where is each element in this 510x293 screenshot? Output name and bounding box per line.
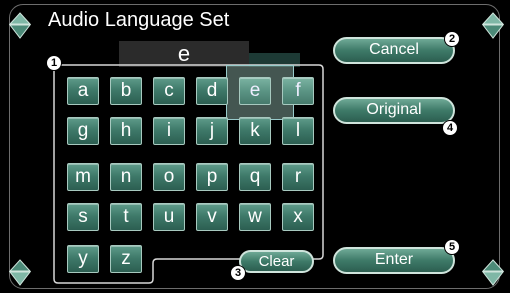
key-g[interactable]: g <box>67 117 99 145</box>
key-x[interactable]: x <box>282 203 314 231</box>
key-t[interactable]: t <box>110 203 142 231</box>
original-button[interactable]: Original <box>333 97 455 124</box>
input-display: e <box>119 41 249 67</box>
key-z[interactable]: z <box>110 245 142 273</box>
key-c[interactable]: c <box>153 77 185 105</box>
key-l[interactable]: l <box>282 117 314 145</box>
key-b[interactable]: b <box>110 77 142 105</box>
scroll-down-left-icon[interactable] <box>9 257 31 287</box>
callout-1-badge: 1 <box>46 55 62 71</box>
enter-button[interactable]: Enter <box>333 247 455 274</box>
key-n[interactable]: n <box>110 163 142 191</box>
callout-4-badge: 4 <box>442 120 458 136</box>
key-f[interactable]: f <box>282 77 314 105</box>
key-s[interactable]: s <box>67 203 99 231</box>
key-m[interactable]: m <box>67 163 99 191</box>
key-o[interactable]: o <box>153 163 185 191</box>
cancel-button[interactable]: Cancel <box>333 37 455 64</box>
key-e[interactable]: e <box>239 77 271 105</box>
key-u[interactable]: u <box>153 203 185 231</box>
key-i[interactable]: i <box>153 117 185 145</box>
callout-5-badge: 5 <box>444 239 460 255</box>
callout-2-badge: 2 <box>444 31 460 47</box>
key-q[interactable]: q <box>239 163 271 191</box>
page-title: Audio Language Set <box>48 9 230 31</box>
key-h[interactable]: h <box>110 117 142 145</box>
key-v[interactable]: v <box>196 203 228 231</box>
key-r[interactable]: r <box>282 163 314 191</box>
callout-3-badge: 3 <box>230 265 246 281</box>
key-d[interactable]: d <box>196 77 228 105</box>
scroll-up-left-icon[interactable] <box>9 12 31 42</box>
scroll-down-right-icon[interactable] <box>482 257 504 287</box>
key-y[interactable]: y <box>67 245 99 273</box>
scroll-up-right-icon[interactable] <box>482 12 504 42</box>
key-p[interactable]: p <box>196 163 228 191</box>
clear-button[interactable]: Clear <box>239 250 314 273</box>
key-a[interactable]: a <box>67 77 99 105</box>
key-w[interactable]: w <box>239 203 271 231</box>
key-j[interactable]: j <box>196 117 228 145</box>
key-k[interactable]: k <box>239 117 271 145</box>
